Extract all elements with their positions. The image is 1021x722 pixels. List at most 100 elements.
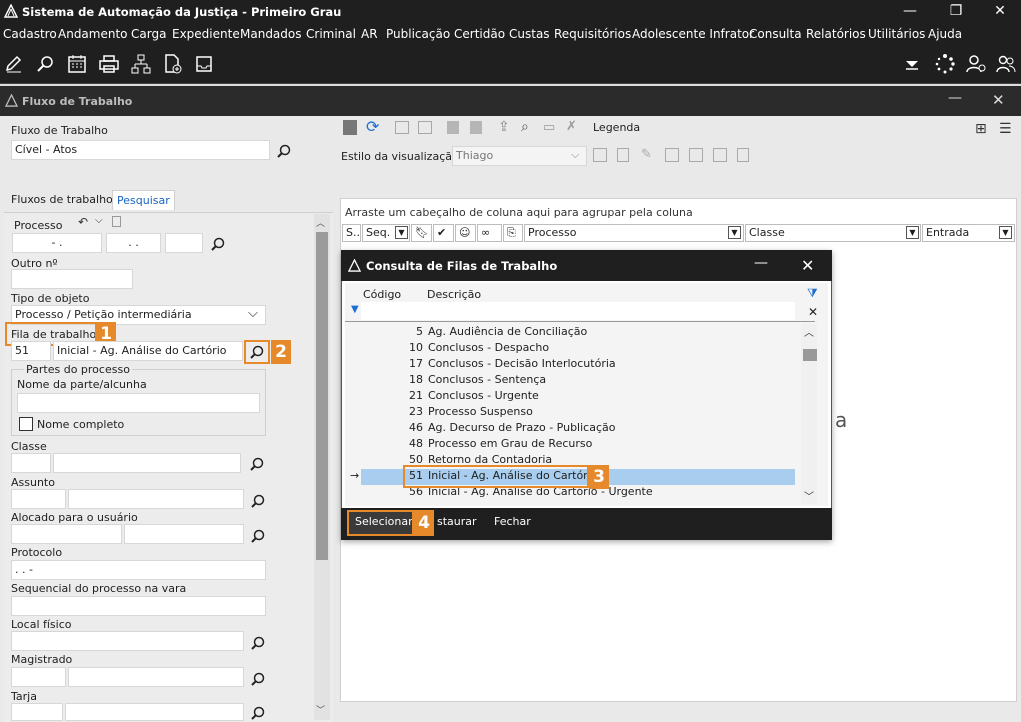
tarja-desc-input[interactable] (65, 703, 244, 721)
tree-view-icon[interactable]: ⊞ (975, 121, 987, 137)
printer-icon[interactable] (98, 53, 120, 75)
comment-icon[interactable]: ▭ (543, 120, 555, 135)
chevron-down-icon[interactable]: ▼ (728, 226, 741, 239)
menu-ar[interactable]: AR (361, 27, 378, 41)
scroll-up-icon[interactable]: ︿ (804, 324, 814, 339)
list-item[interactable]: 50 Retorno da Contadoria (361, 453, 795, 465)
outro-input[interactable] (11, 269, 133, 289)
assunto-search-icon[interactable] (250, 493, 268, 511)
column-status[interactable]: S... (342, 224, 361, 242)
menu-mandados[interactable]: Mandados (240, 27, 302, 41)
menu-adolescente-infrator[interactable]: Adolescente Infrator (632, 27, 754, 41)
list-item[interactable]: 46 Ag. Decurso de Prazo - Publicação (361, 421, 795, 437)
chevron-down-icon[interactable]: ▼ (395, 226, 408, 239)
classe-search-icon[interactable] (249, 456, 267, 474)
column-check[interactable]: ✔ (433, 224, 454, 242)
refresh-icon[interactable]: ⟳ (366, 119, 379, 135)
list-item[interactable]: 18 Conclusos - Sentença (361, 373, 795, 389)
dialog-col-codigo[interactable]: Código (363, 288, 401, 301)
menu-custas[interactable]: Custas (509, 27, 550, 41)
magistrado-name-input[interactable] (68, 667, 244, 687)
list-item[interactable]: 10 Conclusos - Despacho (361, 341, 795, 357)
legenda-link[interactable]: Legenda (593, 121, 640, 134)
tarja-search-icon[interactable] (250, 705, 268, 722)
chevron-down-icon[interactable]: ⌵ (571, 148, 579, 162)
tab-fluxos-de-trabalho[interactable]: Fluxos de trabalho (7, 190, 117, 210)
hierarchy-icon[interactable] (130, 53, 152, 75)
local-search-icon[interactable] (250, 635, 268, 653)
menu-cadastro[interactable]: Cadastro (3, 27, 57, 41)
menu-carga[interactable]: Carga (131, 27, 166, 41)
export-icon[interactable] (689, 148, 703, 162)
alocado-search-icon[interactable] (250, 528, 268, 546)
chevron-down-icon[interactable]: ▼ (906, 226, 919, 239)
dialog-scroll-thumb[interactable] (803, 349, 817, 361)
menu-ajuda[interactable]: Ajuda (928, 27, 962, 41)
list-view-icon[interactable]: ☰ (999, 121, 1012, 137)
save-icon[interactable] (470, 121, 482, 134)
processo-origin-input[interactable] (165, 233, 203, 253)
copy-icon[interactable] (395, 121, 409, 134)
dialog-col-descricao[interactable]: Descrição (427, 288, 481, 301)
menu-utilitarios[interactable]: Utilitários (868, 27, 925, 41)
save-view-icon[interactable] (593, 148, 607, 162)
chevron-down-icon[interactable]: ⌵ (95, 215, 103, 226)
fila-code-input[interactable]: 51 (11, 341, 51, 361)
alocado-code-input[interactable] (11, 524, 122, 544)
processo-search-icon[interactable] (210, 236, 228, 254)
fluxo-search-icon[interactable] (276, 143, 294, 161)
user-search-icon[interactable] (965, 53, 987, 75)
fluxo-input[interactable]: Cível - Atos (11, 140, 270, 160)
dialog-minimize-button[interactable]: — (754, 255, 768, 271)
menu-consulta[interactable]: Consulta (749, 27, 802, 41)
estilo-select[interactable]: Thiago (452, 146, 587, 166)
column-link[interactable]: ∞ (477, 224, 502, 242)
fila-search-icon[interactable] (249, 344, 267, 362)
assunto-code-input[interactable] (11, 489, 66, 509)
assunto-desc-input[interactable] (68, 489, 244, 509)
tab-pesquisar[interactable]: Pesquisar (112, 190, 175, 210)
menu-certidao[interactable]: Certidão (454, 27, 505, 41)
scroll-down-icon[interactable]: ﹀ (316, 703, 325, 716)
processo-number-input[interactable]: - . (12, 233, 102, 253)
inbox-icon[interactable] (194, 53, 216, 75)
list-item[interactable]: 23 Processo Suspenso (361, 405, 795, 421)
nome-input[interactable] (17, 393, 260, 413)
magistrado-search-icon[interactable] (250, 671, 268, 689)
search-document-icon[interactable] (35, 53, 57, 75)
calendar-icon[interactable] (66, 53, 88, 75)
list-item[interactable]: 17 Conclusos - Decisão Interlocutória (361, 357, 795, 373)
tarja-code-input[interactable] (11, 703, 63, 721)
columns-icon[interactable] (665, 148, 679, 162)
lock-icon[interactable] (447, 121, 459, 134)
sequencial-input[interactable] (11, 596, 266, 616)
processo-year-input[interactable]: . . (106, 233, 161, 253)
restore-button[interactable]: ❐ (933, 0, 979, 24)
fechar-button[interactable]: Fechar (494, 515, 531, 528)
column-processo[interactable]: Processo (524, 224, 744, 242)
menu-relatorios[interactable]: Relatórios (806, 27, 866, 41)
magistrado-code-input[interactable] (11, 667, 66, 687)
column-bookmark[interactable]: 🔖︎ (411, 224, 432, 242)
chevron-down-icon[interactable]: ⌵ (248, 306, 258, 321)
filter-row-icon[interactable]: ▼ (351, 304, 359, 315)
menu-criminal[interactable]: Criminal (306, 27, 356, 41)
classe-code-input[interactable] (11, 453, 51, 473)
nome-completo-checkbox[interactable] (19, 417, 33, 431)
paste-icon[interactable] (418, 121, 432, 134)
classe-desc-input[interactable] (53, 453, 241, 473)
upload-icon[interactable]: ⇪ (498, 119, 510, 135)
users-icon[interactable] (995, 53, 1017, 75)
menu-publicacao[interactable]: Publicação (386, 27, 450, 41)
find-icon[interactable]: ⌕ (521, 119, 529, 135)
fila-desc-input[interactable]: Inicial - Ag. Análise do Cartório (53, 341, 243, 361)
left-scroll-thumb[interactable] (316, 232, 328, 560)
alocado-name-input[interactable] (124, 524, 244, 544)
menu-requisitorios[interactable]: Requisitórios (554, 27, 631, 41)
minimize-button[interactable]: — (887, 0, 933, 24)
list-item[interactable]: 21 Conclusos - Urgente (361, 389, 795, 405)
scroll-down-icon[interactable]: ﹀ (804, 488, 814, 503)
scroll-up-icon[interactable]: ︿ (316, 216, 325, 229)
delete-view-icon[interactable] (617, 148, 629, 162)
clear-icon[interactable]: ✗ (566, 119, 577, 134)
